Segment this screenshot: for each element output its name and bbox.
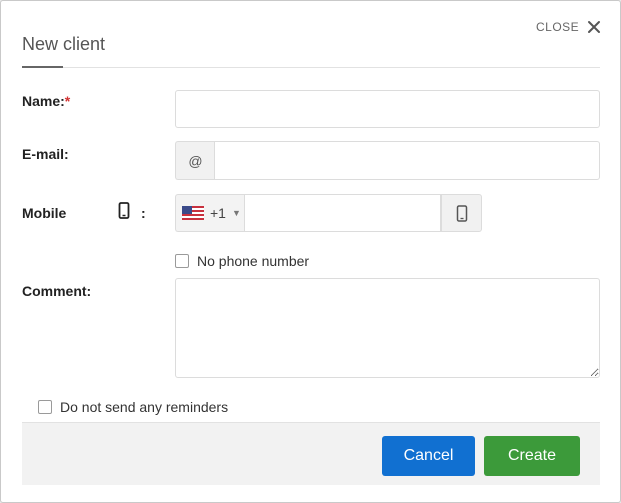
create-button[interactable]: Create xyxy=(484,436,580,476)
comment-label: Comment: xyxy=(22,283,92,299)
close-icon xyxy=(588,21,601,33)
email-input[interactable] xyxy=(214,141,600,180)
name-label-text: Name: xyxy=(22,93,65,109)
smartphone-icon xyxy=(456,204,467,222)
new-client-dialog: New client CLOSE Name:* E-mail: @ Mobile… xyxy=(0,0,621,503)
no-reminders-label: Do not send any reminders xyxy=(60,399,229,415)
close-label: CLOSE xyxy=(536,20,580,34)
mobile-colon: : xyxy=(141,205,146,221)
us-flag-icon xyxy=(182,206,204,220)
country-code: +1 xyxy=(210,205,226,221)
mobile-label: Mobile xyxy=(22,205,67,221)
no-phone-label: No phone number xyxy=(197,253,310,269)
mobile-phone-icon xyxy=(118,202,130,219)
email-at-addon: @ xyxy=(175,141,215,180)
no-phone-checkbox[interactable] xyxy=(175,254,189,268)
title-accent-bar xyxy=(22,66,63,68)
dialog-title: New client xyxy=(22,34,106,54)
cancel-button[interactable]: Cancel xyxy=(382,436,475,476)
required-mark: * xyxy=(64,93,71,109)
name-label: Name:* xyxy=(22,93,70,109)
email-label: E-mail: xyxy=(22,146,69,162)
comment-textarea[interactable] xyxy=(175,278,600,378)
mobile-input[interactable] xyxy=(244,194,441,232)
close-button[interactable]: CLOSE xyxy=(536,20,601,34)
no-reminders-checkbox-row[interactable]: Do not send any reminders xyxy=(38,399,228,415)
country-code-selector[interactable]: +1 ▼ xyxy=(175,194,245,232)
caret-down-icon: ▼ xyxy=(231,208,241,218)
no-reminders-checkbox[interactable] xyxy=(38,400,52,414)
title-divider xyxy=(22,67,600,68)
dialog-footer: Cancel Create xyxy=(22,422,600,485)
no-phone-checkbox-row[interactable]: No phone number xyxy=(175,253,309,269)
mobile-device-addon[interactable] xyxy=(441,194,482,232)
name-input[interactable] xyxy=(175,90,600,128)
